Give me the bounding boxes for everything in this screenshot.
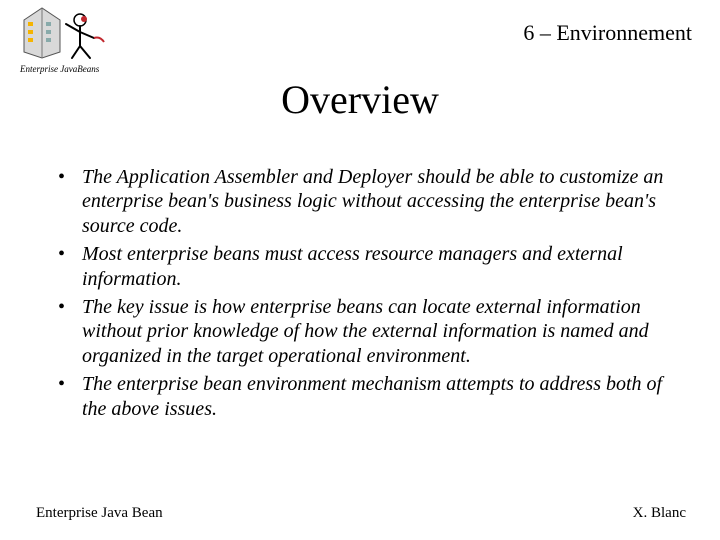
list-item: The Application Assembler and Deployer s… <box>54 165 672 238</box>
slide-title: Overview <box>0 76 720 123</box>
bullet-list: The Application Assembler and Deployer s… <box>54 165 672 425</box>
list-item: The enterprise bean environment mechanis… <box>54 372 672 421</box>
footer-left: Enterprise Java Bean <box>36 505 163 522</box>
list-item: Most enterprise beans must access resour… <box>54 242 672 291</box>
list-item: The key issue is how enterprise beans ca… <box>54 295 672 368</box>
logo-caption: Enterprise JavaBeans <box>19 64 100 74</box>
chapter-header: 6 – Environnement <box>523 20 692 46</box>
footer-right: X. Blanc <box>633 505 686 522</box>
ejb-logo: Enterprise JavaBeans <box>18 6 118 76</box>
slide: Enterprise JavaBeans 6 – Environnement O… <box>0 0 720 540</box>
